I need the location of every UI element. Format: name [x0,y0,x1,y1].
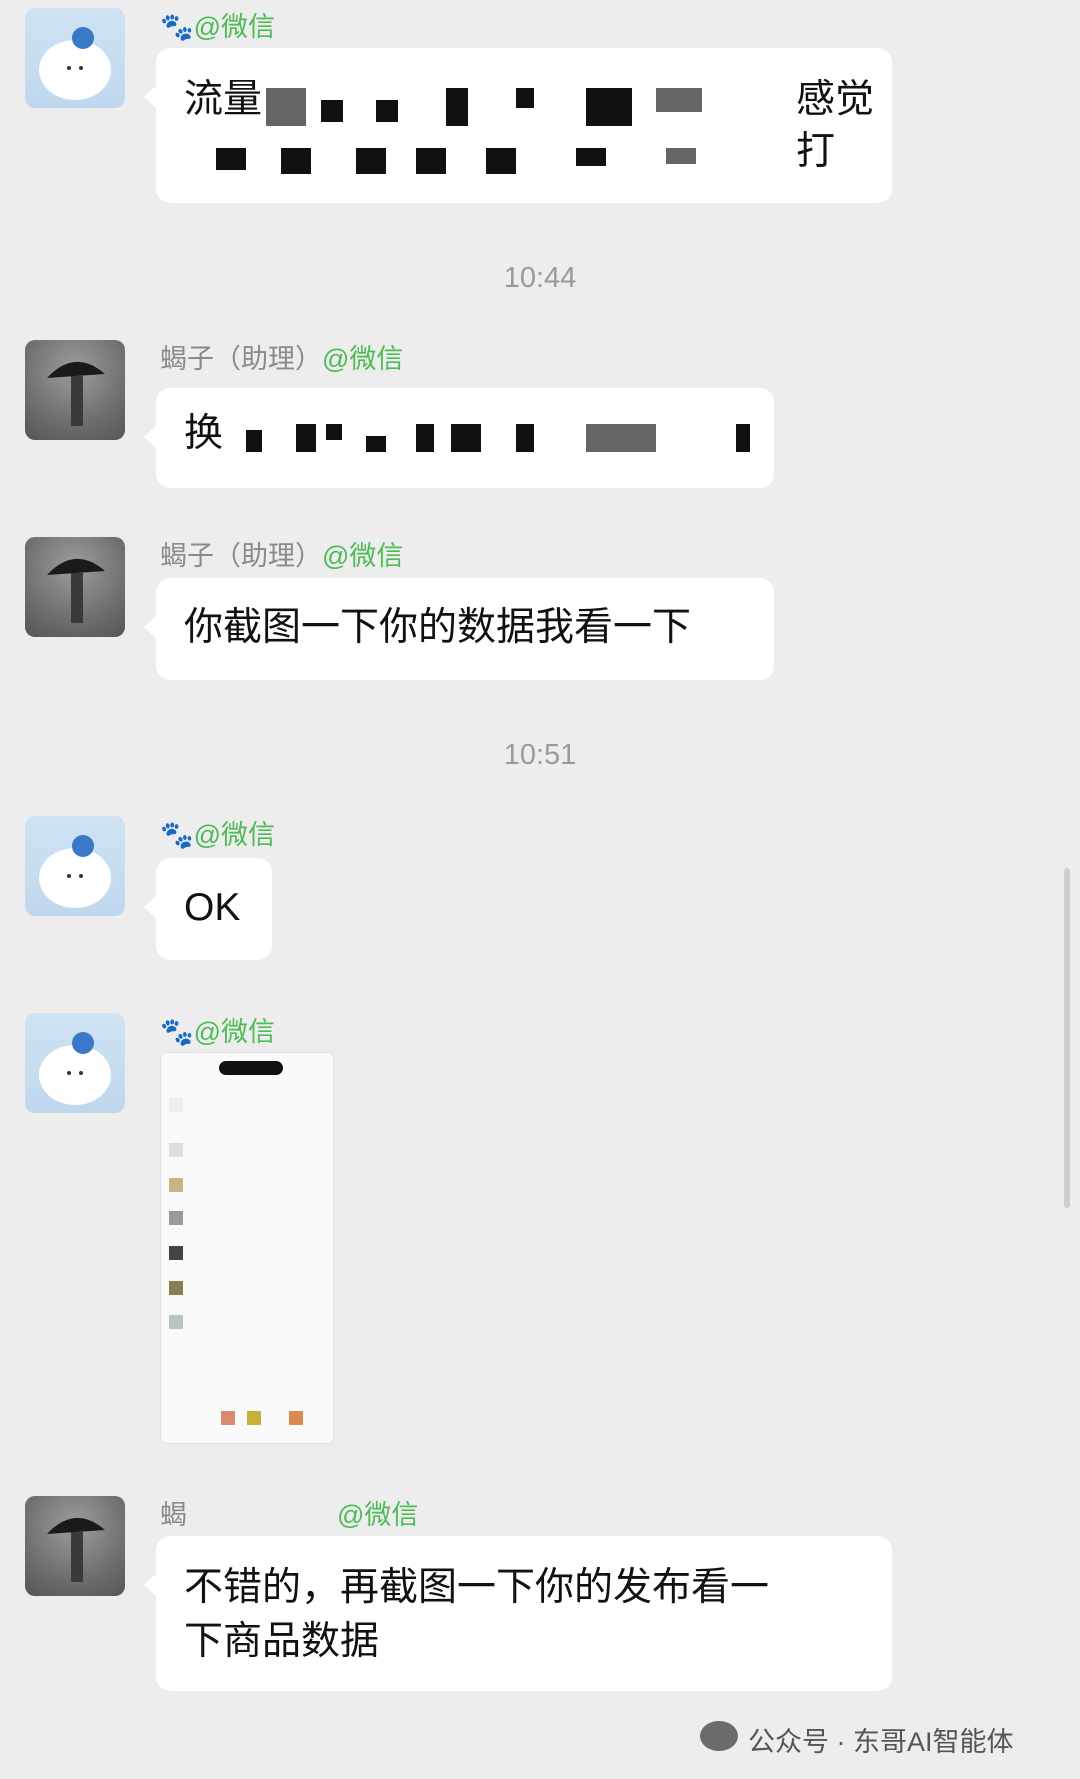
message-bubble[interactable]: 不错的，再截图一下你的发布看一 下商品数据 [144,1536,892,1691]
sender-handle: @微信 [337,1500,419,1530]
sender-handle: @微信 [322,541,404,571]
sender-display-name: 蝎子（助理） [160,344,322,374]
message-bubble[interactable]: 流量 感觉打 [144,48,892,203]
paw-icon: 🐾 [160,12,194,42]
message-bubble[interactable]: OK [144,858,272,960]
avatar-assistant[interactable] [25,1496,125,1596]
wechat-icon [700,1721,738,1751]
message-text-line2: 下商品数据 [184,1620,380,1663]
sender-handle: @微信 [193,12,276,42]
avatar-user[interactable] [25,816,125,916]
watermark-text: 公众号 · 东哥AI智能体 [748,1727,1014,1757]
sender-handle: @微信 [322,344,404,374]
timestamp: 10:51 [503,739,577,771]
message-text-trail: 感觉打 [796,78,875,173]
message-text: 换 [184,412,224,455]
paw-icon: 🐾 [160,1017,194,1047]
timestamp: 10:44 [503,262,577,294]
image-attachment[interactable] [160,1052,334,1444]
sender-name: 🐾@微信 [160,813,275,852]
avatar-user[interactable] [25,8,125,108]
scrollbar[interactable] [1064,868,1070,1208]
message-text: 流量 [184,78,263,121]
sender-name: 蝎子（助理）@微信 [160,337,403,376]
message-text: OK [184,886,241,929]
sender-handle: @微信 [193,820,276,850]
sender-display-name: 蝎 [160,1500,187,1530]
sender-name: 🐾@微信 [160,1010,275,1049]
sender-name: 蝎 @微信 [160,1493,418,1532]
avatar-assistant[interactable] [25,340,125,440]
sender-handle: @微信 [193,1017,276,1047]
sender-name: 蝎子（助理）@微信 [160,534,403,573]
paw-icon: 🐾 [160,820,194,850]
sender-name: 🐾@微信 [160,5,275,44]
avatar-assistant[interactable] [25,537,125,637]
message-text-line1: 不错的，再截图一下你的发布看一 [184,1566,770,1609]
avatar-user[interactable] [25,1013,125,1113]
message-bubble[interactable]: 换 [144,388,774,488]
message-text: 你截图一下你的数据我看一下 [184,606,692,649]
message-bubble[interactable]: 你截图一下你的数据我看一下 [144,578,774,680]
sender-display-name: 蝎子（助理） [160,541,322,571]
